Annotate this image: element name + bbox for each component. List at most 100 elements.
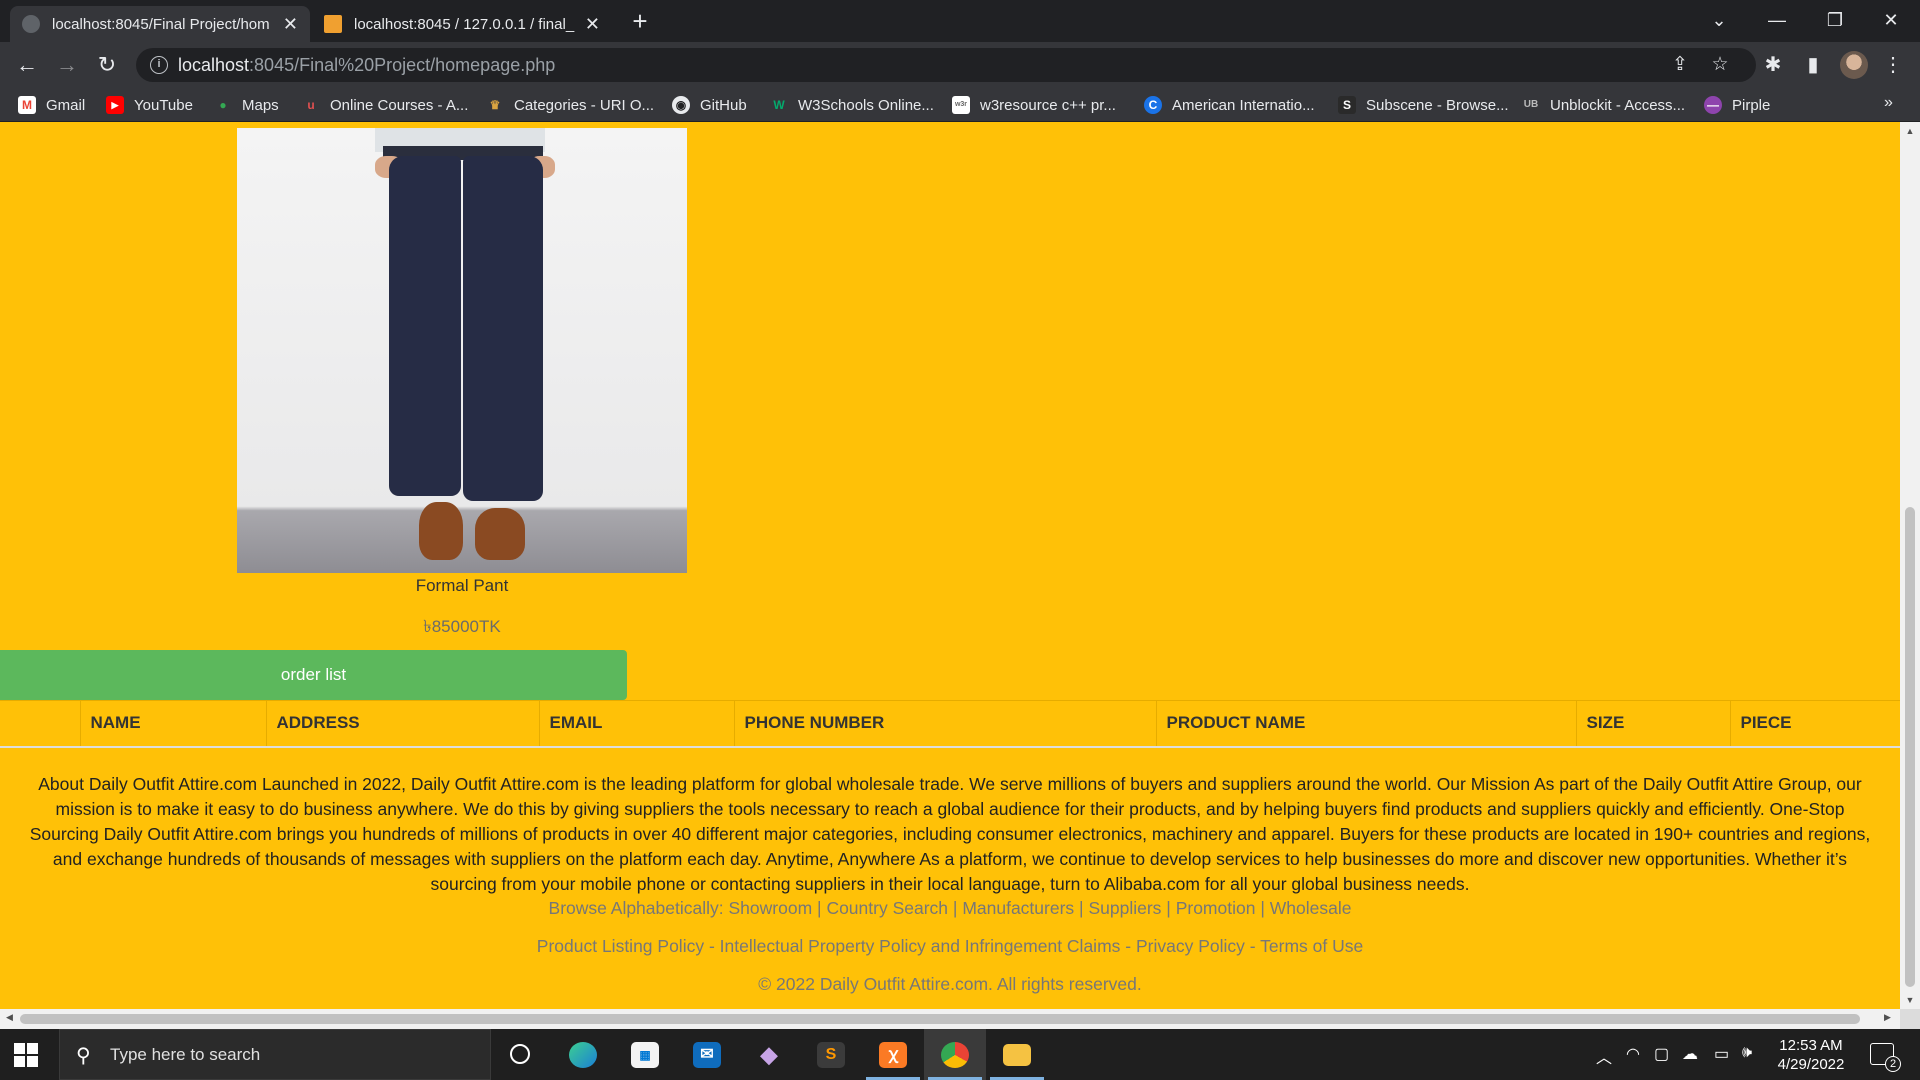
taskbar-git[interactable]: ◆ xyxy=(738,1029,800,1080)
extensions-icon[interactable]: ✱ xyxy=(1760,52,1786,78)
notification-count: 2 xyxy=(1885,1056,1901,1072)
taskbar-clock[interactable]: 12:53 AM 4/29/2022 xyxy=(1766,1036,1856,1074)
back-button[interactable]: ← xyxy=(12,50,42,80)
scroll-up-icon[interactable]: ▲ xyxy=(1904,126,1916,136)
link-product-listing-policy[interactable]: Product Listing Policy xyxy=(537,936,704,956)
bookmark-gmail[interactable]: M Gmail xyxy=(18,94,85,116)
onedrive-icon[interactable]: ☁ xyxy=(1682,1044,1698,1064)
taskbar-xampp[interactable]: ꭓ xyxy=(862,1029,924,1080)
tab-homepage[interactable]: localhost:8045/Final Project/hom ✕ xyxy=(10,6,310,42)
tab-search-icon[interactable]: ⌄ xyxy=(1690,0,1748,42)
minimize-button[interactable]: — xyxy=(1748,0,1806,42)
link-ip-policy[interactable]: Intellectual Property Policy and Infring… xyxy=(720,936,1121,956)
link-promotion[interactable]: Promotion xyxy=(1176,898,1256,918)
policy-links: Product Listing Policy - Intellectual Pr… xyxy=(536,936,1364,956)
bookmark-maps[interactable]: ● Maps xyxy=(214,94,278,116)
vertical-scrollbar[interactable]: ▲ ▼ xyxy=(1900,122,1920,1009)
column-header-name: NAME xyxy=(80,700,267,748)
product-image[interactable] xyxy=(237,128,687,573)
bookmark-label: Online Courses - A... xyxy=(330,96,469,114)
link-terms-of-use[interactable]: Terms of Use xyxy=(1260,936,1363,956)
copyright-text: © 2022 Daily Outfit Attire.com. All righ… xyxy=(758,974,1142,994)
bookmark-unblockit[interactable]: UB Unblockit - Access... xyxy=(1522,94,1685,116)
close-tab-icon[interactable]: ✕ xyxy=(283,14,298,35)
link-country-search[interactable]: Country Search xyxy=(826,898,948,918)
restore-button[interactable]: ❐ xyxy=(1806,0,1864,42)
maps-icon: ● xyxy=(219,98,227,112)
share-icon[interactable]: ⇪ xyxy=(1668,53,1692,77)
taskbar-sublime[interactable]: S xyxy=(800,1029,862,1080)
bookmark-w3schools[interactable]: W W3Schools Online... xyxy=(770,94,934,116)
more-bookmarks-icon[interactable]: » xyxy=(1884,94,1893,112)
taskbar-file-explorer[interactable] xyxy=(986,1029,1048,1080)
link-wholesale[interactable]: Wholesale xyxy=(1270,898,1352,918)
bookmark-subscene[interactable]: S Subscene - Browse... xyxy=(1338,94,1509,116)
youtube-icon: ▶ xyxy=(106,96,124,114)
phpmyadmin-icon xyxy=(324,15,342,33)
taskbar-search-box[interactable]: ⚲ Type here to search xyxy=(59,1029,491,1080)
globe-icon xyxy=(22,15,40,33)
bookmark-uri[interactable]: ♛ Categories - URI O... xyxy=(486,94,654,116)
gmail-icon: M xyxy=(18,96,36,114)
cortana-icon xyxy=(510,1044,530,1064)
unblockit-icon: UB xyxy=(1523,99,1539,110)
taskbar-mail[interactable]: ✉ xyxy=(676,1029,738,1080)
page-viewport: Formal Pant ৳85000TK order list ID NAME … xyxy=(0,122,1900,1009)
bookmark-w3resource[interactable]: w3r w3resource c++ pr... xyxy=(952,94,1116,116)
file-explorer-icon xyxy=(1003,1044,1031,1066)
bookmark-youtube[interactable]: ▶ YouTube xyxy=(106,94,193,116)
address-bar[interactable]: i localhost:8045/Final%20Project/homepag… xyxy=(136,48,1756,82)
tab-title: localhost:8045/Final Project/hom xyxy=(52,15,270,33)
bookmark-udemy[interactable]: u Online Courses - A... xyxy=(302,94,468,116)
url-text[interactable]: localhost:8045/Final%20Project/homepage.… xyxy=(178,55,555,76)
scroll-left-icon[interactable]: ◀ xyxy=(6,1012,13,1023)
scroll-right-icon[interactable]: ▶ xyxy=(1884,1012,1891,1023)
link-suppliers[interactable]: Suppliers xyxy=(1088,898,1161,918)
notifications-icon[interactable]: 2 xyxy=(1870,1043,1901,1072)
profile-avatar[interactable] xyxy=(1840,51,1868,79)
site-info-icon[interactable]: i xyxy=(150,56,168,74)
browse-label: Browse Alphabetically: xyxy=(548,898,724,918)
uri-icon: ♛ xyxy=(489,98,501,112)
volume-icon[interactable]: 🕪 xyxy=(1742,1044,1752,1062)
browser-toolbar: ← → ↻ i localhost:8045/Final%20Project/h… xyxy=(0,42,1920,88)
reload-button[interactable]: ↻ xyxy=(92,50,122,80)
pirple-icon: — xyxy=(1704,96,1722,114)
battery-icon[interactable]: ▭ xyxy=(1714,1044,1729,1064)
bookmark-label: Unblockit - Access... xyxy=(1550,96,1686,114)
show-hidden-icons[interactable]: ︿ xyxy=(1596,1044,1612,1068)
product-price: ৳85000TK xyxy=(423,617,501,636)
tab-phpmyadmin[interactable]: localhost:8045 / 127.0.0.1 / final_ ✕ xyxy=(312,6,612,42)
bookmark-github[interactable]: ◉ GitHub xyxy=(672,94,747,116)
network-icon[interactable]: ◠ xyxy=(1626,1044,1640,1064)
url-path: :8045/Final%20Project/homepage.php xyxy=(249,55,556,75)
xampp-icon: ꭓ xyxy=(879,1042,907,1068)
link-privacy-policy[interactable]: Privacy Policy xyxy=(1136,936,1245,956)
close-window-button[interactable]: ✕ xyxy=(1862,0,1920,42)
link-showroom[interactable]: Showroom xyxy=(729,898,813,918)
forward-button[interactable]: → xyxy=(52,50,82,80)
link-manufacturers[interactable]: Manufacturers xyxy=(962,898,1074,918)
aiub-icon: C xyxy=(1144,96,1162,114)
bookmark-aiub[interactable]: C American Internatio... xyxy=(1144,94,1315,116)
horizontal-scroll-thumb[interactable] xyxy=(20,1014,1860,1024)
bookmark-star-icon[interactable]: ☆ xyxy=(1708,53,1732,77)
taskbar-store[interactable]: ▦ xyxy=(614,1029,676,1080)
menu-icon[interactable]: ⋮ xyxy=(1880,52,1906,78)
taskbar-chrome[interactable] xyxy=(924,1029,986,1080)
column-header-address: ADDRESS xyxy=(266,700,540,748)
order-list-button[interactable]: order list xyxy=(0,650,627,700)
cortana-button[interactable] xyxy=(489,1029,551,1080)
bookmark-label: YouTube xyxy=(134,96,193,114)
horizontal-scrollbar[interactable]: ◀ ▶ xyxy=(0,1009,1900,1029)
bookmark-pirple[interactable]: — Pirple xyxy=(1704,94,1770,116)
close-tab-icon[interactable]: ✕ xyxy=(585,14,600,35)
meet-now-icon[interactable]: ▢ xyxy=(1654,1044,1669,1064)
windows-start-icon[interactable] xyxy=(14,1043,38,1067)
vertical-scroll-thumb[interactable] xyxy=(1905,507,1915,987)
taskbar-edge[interactable] xyxy=(552,1029,614,1080)
side-panel-icon[interactable]: ▮ xyxy=(1800,52,1826,78)
w3schools-icon: W xyxy=(773,98,785,112)
scroll-down-icon[interactable]: ▼ xyxy=(1904,995,1916,1005)
new-tab-button[interactable]: + xyxy=(624,6,656,38)
